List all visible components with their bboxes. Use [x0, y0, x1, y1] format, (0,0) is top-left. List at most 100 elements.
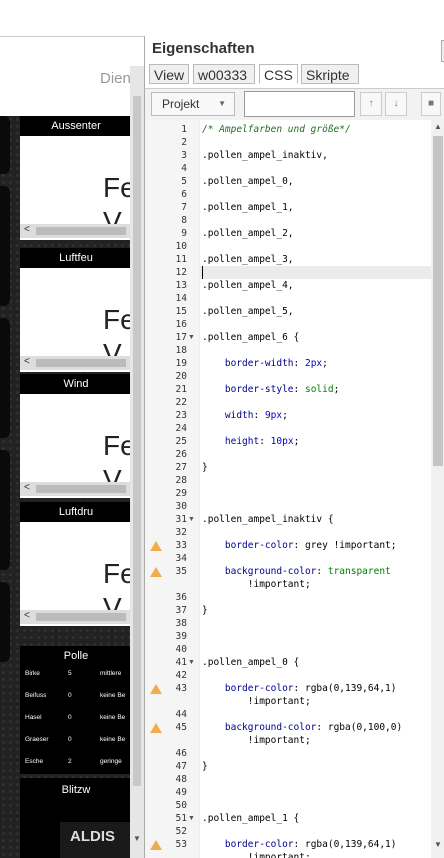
code-line[interactable]: background-color: rgba(0,100,0) [202, 721, 402, 734]
code-line[interactable]: /* Ampelfarben und größe*/ [202, 123, 351, 136]
css-property: border-color [224, 540, 294, 551]
fold-chevron-icon[interactable]: ▼ [188, 656, 195, 669]
code-line[interactable]: .pollen_ampel_1 { [202, 812, 299, 825]
scroll-thumb[interactable] [36, 485, 126, 493]
css-selector: .pollen_ampel_inaktiv, [202, 150, 328, 161]
scroll-left-icon[interactable]: < [24, 224, 30, 235]
line-number: 4 [181, 163, 187, 174]
widget-luftfeuchtigkeit[interactable]: Luftfeu Fe V < [20, 248, 132, 372]
code-line[interactable]: } [202, 461, 208, 474]
trash-icon: ■ [427, 98, 435, 109]
code-line[interactable]: .pollen_ampel_0, [202, 175, 294, 188]
preview-vertical-scrollbar[interactable]: ▼ [130, 66, 144, 858]
code-line[interactable]: .pollen_ampel_6 { [202, 331, 299, 344]
scroll-up-icon[interactable]: ▲ [434, 122, 442, 131]
editor-vertical-scrollbar[interactable]: ▲ ▼ [431, 120, 444, 858]
code-line[interactable]: .pollen_ampel_inaktiv, [202, 149, 328, 162]
left-strip [0, 318, 10, 438]
line-number: 52 [175, 826, 187, 837]
fold-chevron-icon[interactable]: ▼ [188, 331, 195, 344]
code-line[interactable]: border-style: solid; [202, 383, 339, 396]
scroll-thumb[interactable] [36, 227, 126, 235]
widget-blitz[interactable]: Blitzw ALDIS [20, 778, 132, 858]
line-number: 38 [175, 618, 187, 629]
line-number: 22 [175, 397, 187, 408]
code-editor[interactable]: 1 2 3 4 5 6 7 8 9 10 11 12 13 14 15 16 17 ▼ 18 19 20 21 22 23 24… [145, 120, 444, 858]
scroll-thumb[interactable] [133, 96, 141, 786]
scroll-left-icon[interactable]: < [24, 482, 30, 493]
project-select[interactable]: Projekt ▼ [151, 92, 235, 116]
line-number: 28 [175, 475, 187, 486]
code-line[interactable]: } [202, 760, 208, 773]
code-line[interactable]: .pollen_ampel_4, [202, 279, 294, 292]
code-line[interactable]: border-color: grey !important; [202, 539, 397, 552]
scroll-thumb[interactable] [433, 136, 443, 466]
line-number: 44 [175, 709, 187, 720]
widget-aussentemperatur[interactable]: Aussenter Fe V < [20, 116, 132, 240]
line-number: 2 [181, 137, 187, 148]
tab-skripte[interactable]: Skripte [301, 64, 359, 84]
css-property: background-color [224, 566, 317, 577]
move-up-button[interactable]: ↑ [360, 92, 382, 116]
line-number: 41 [175, 657, 187, 668]
scroll-left-icon[interactable]: < [24, 610, 30, 621]
code-line-wrap[interactable]: !important; [202, 578, 311, 591]
delete-button[interactable]: ■ [421, 92, 441, 116]
move-down-button[interactable]: ↓ [385, 92, 407, 116]
horizontal-scrollbar[interactable]: < [20, 482, 132, 496]
scroll-down-icon[interactable]: ▼ [434, 840, 442, 849]
widget-body: Fe V < [20, 394, 132, 498]
search-input[interactable] [244, 91, 355, 117]
warning-icon [150, 840, 162, 850]
tab-w00333[interactable]: w00333 [193, 64, 255, 84]
warning-icon [150, 723, 162, 733]
code-line[interactable]: .pollen_ampel_5, [202, 305, 294, 318]
horizontal-scrollbar[interactable]: < [20, 224, 132, 238]
widget-wind[interactable]: Wind Fe V < [20, 374, 132, 498]
code-line[interactable]: .pollen_ampel_inaktiv { [202, 513, 334, 526]
scroll-thumb[interactable] [36, 613, 126, 621]
code-line[interactable]: .pollen_ampel_2, [202, 227, 294, 240]
code-line-wrap[interactable]: !important; [202, 734, 311, 747]
fold-chevron-icon[interactable]: ▼ [188, 513, 195, 526]
pollen-desc: keine Be [100, 736, 126, 743]
css-property: background-color [224, 722, 317, 733]
preview-header [0, 36, 144, 63]
left-strip [0, 116, 10, 174]
code-line[interactable]: border-width: 2px; [202, 357, 328, 370]
code-line-wrap[interactable]: !important; [202, 695, 311, 708]
widget-luftdruck[interactable]: Luftdru Fe V < [20, 502, 132, 626]
widget-pollen[interactable]: Polle Birke 5 mittlere Beifuss 0 keine B… [20, 646, 132, 774]
scroll-left-icon[interactable]: < [24, 356, 30, 367]
css-value: solid [304, 384, 334, 395]
left-strip [0, 186, 10, 306]
code-line[interactable]: background-color: transparent [202, 565, 391, 578]
pollen-desc: geringe [100, 758, 122, 765]
line-number: 1 [181, 124, 187, 135]
horizontal-scrollbar[interactable]: < [20, 610, 132, 624]
panel-title: Eigenschaften [152, 40, 255, 57]
scroll-down-icon[interactable]: ▼ [133, 834, 141, 843]
code-line[interactable]: .pollen_ampel_0 { [202, 656, 299, 669]
tab-css[interactable]: CSS [259, 64, 298, 84]
line-number: 3 [181, 150, 187, 161]
horizontal-scrollbar[interactable]: < [20, 356, 132, 370]
code-line[interactable]: .pollen_ampel_3, [202, 253, 294, 266]
fold-chevron-icon[interactable]: ▼ [188, 812, 195, 825]
tab-view[interactable]: View [149, 64, 189, 84]
code-line[interactable]: } [202, 604, 208, 617]
code-line[interactable]: .pollen_ampel_1, [202, 201, 294, 214]
project-select-label: Projekt [162, 97, 200, 111]
left-strip [0, 582, 10, 662]
line-number: 36 [175, 592, 187, 603]
line-number: 42 [175, 670, 187, 681]
code-line[interactable]: width: 9px; [202, 409, 288, 422]
pollen-name: Esche [25, 758, 44, 765]
code-line[interactable]: border-color: rgba(0,139,64,1) [202, 682, 397, 695]
css-value: 10px [270, 436, 294, 447]
scroll-thumb[interactable] [36, 359, 126, 367]
code-line-wrap[interactable]: !important; [202, 851, 311, 858]
code-line[interactable]: border-color: rgba(0,139,64,1) [202, 838, 397, 851]
warning-icon [150, 684, 162, 694]
code-line[interactable]: height: 10px; [202, 435, 299, 448]
